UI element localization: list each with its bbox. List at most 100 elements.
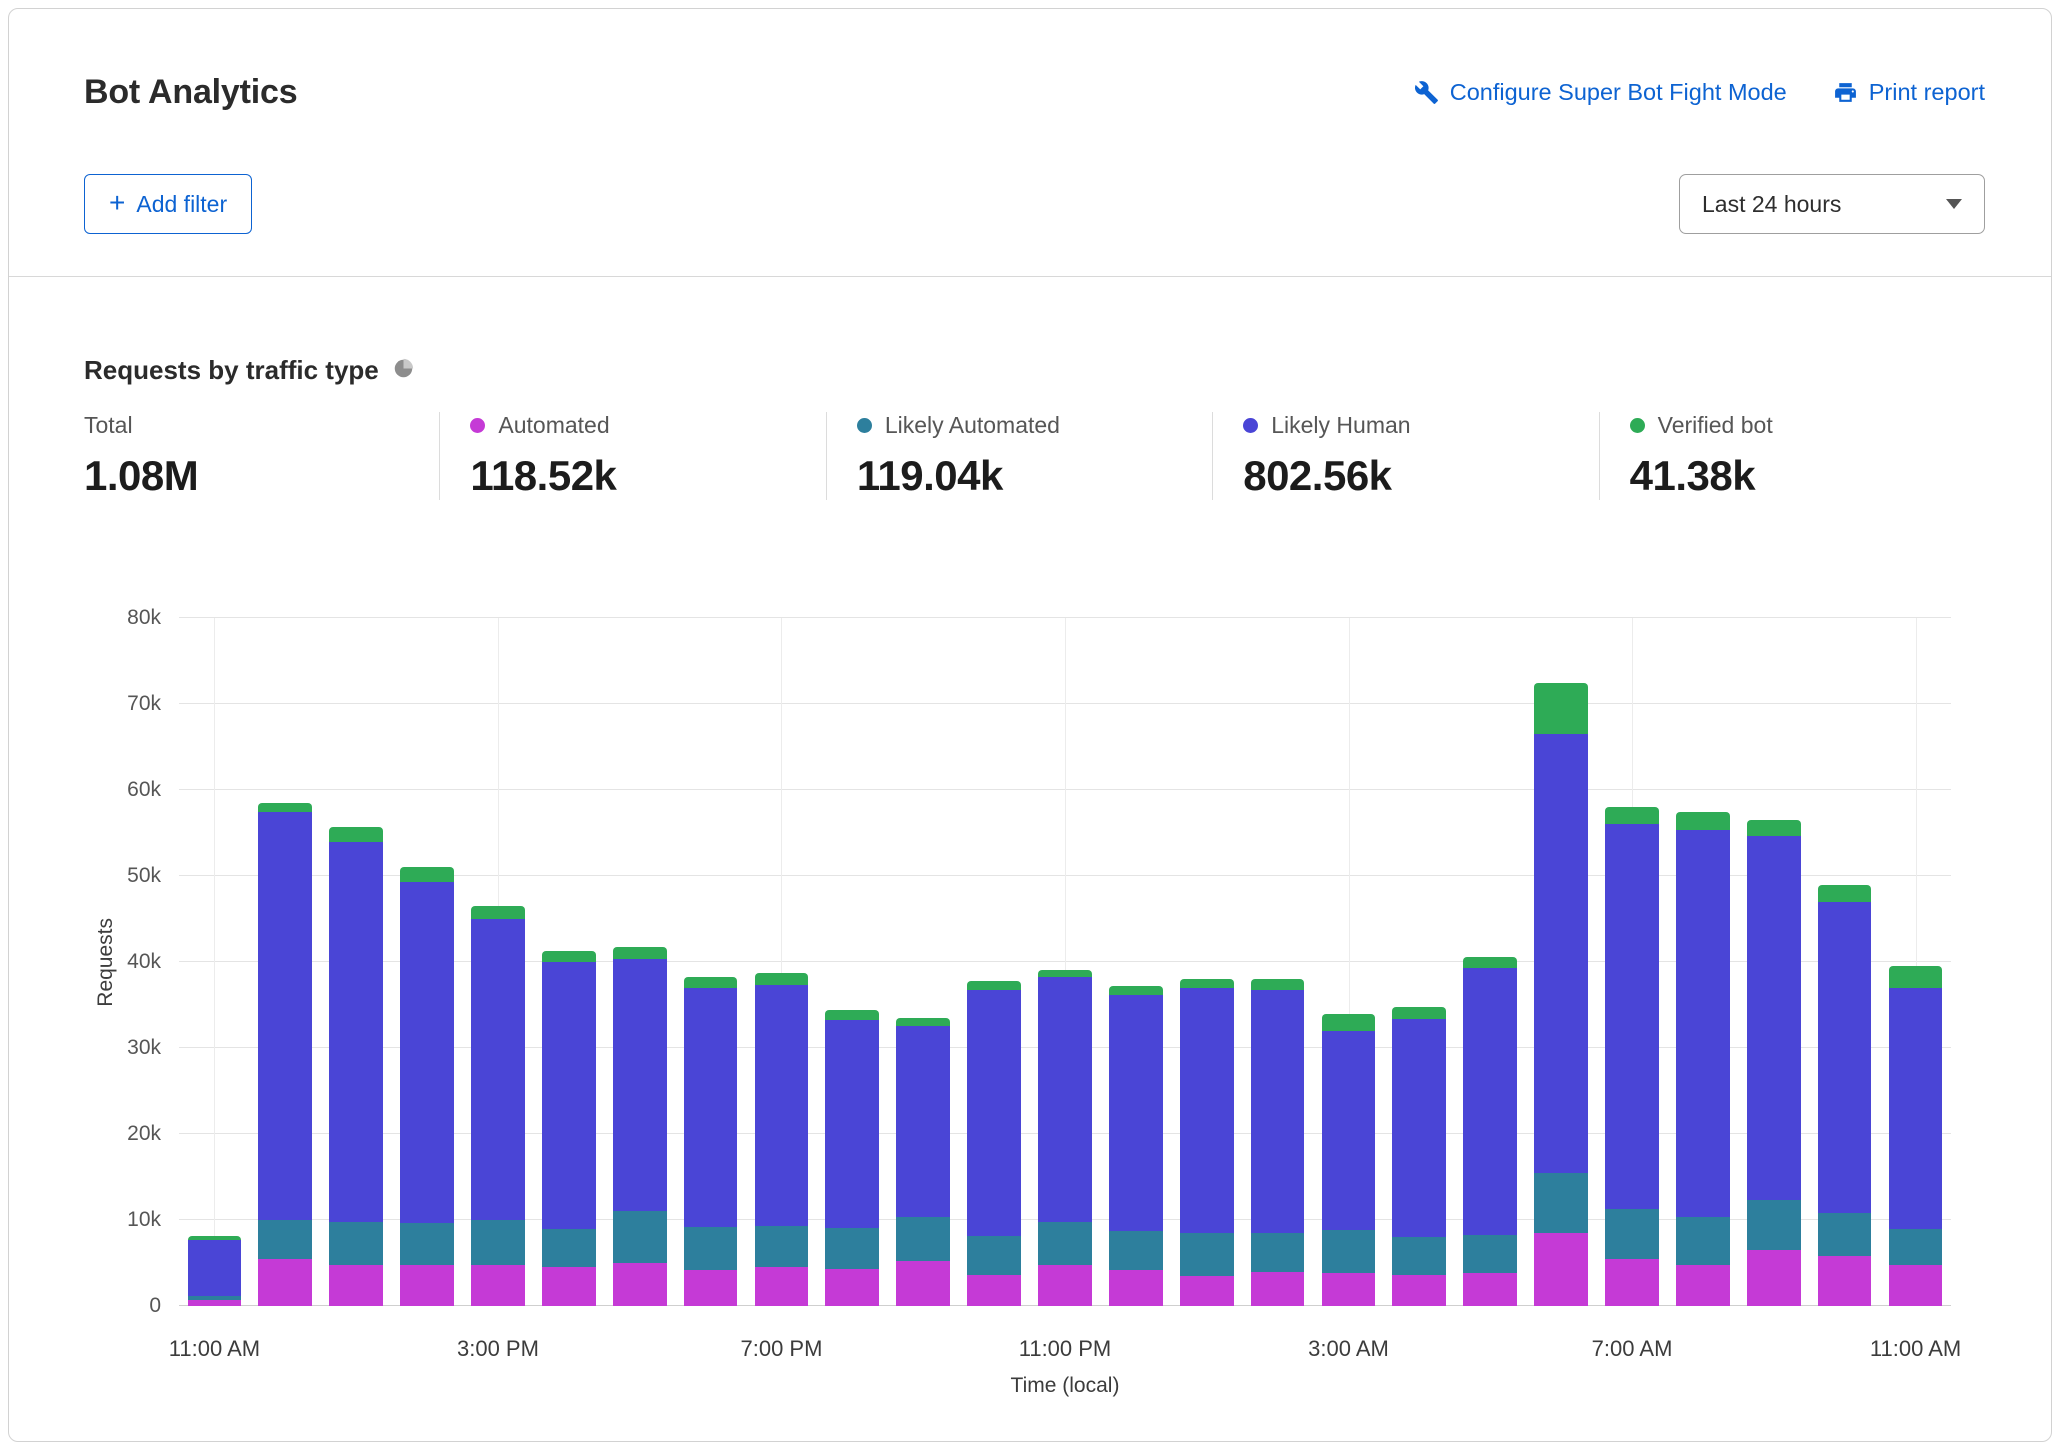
- bar-segment-likely-human: [684, 988, 738, 1227]
- bar-15[interactable]: [1242, 618, 1313, 1306]
- chart-plot: [179, 618, 1951, 1306]
- stat-total-value: 1.08M: [84, 452, 439, 500]
- bar-12[interactable]: [1030, 618, 1101, 1306]
- bar-segment-verified-bot: [1322, 1014, 1376, 1031]
- bar-6[interactable]: [604, 618, 675, 1306]
- bar-5[interactable]: [533, 618, 604, 1306]
- bar-segment-verified-bot: [329, 827, 383, 842]
- bar-segment-likely-automated: [1463, 1235, 1517, 1274]
- verified-bot-legend-dot: [1630, 418, 1645, 433]
- bar-22[interactable]: [1738, 618, 1809, 1306]
- bar-2[interactable]: [321, 618, 392, 1306]
- bar-segment-likely-human: [1251, 990, 1305, 1233]
- likely-human-legend-dot: [1243, 418, 1258, 433]
- stat-likely-human-value: 802.56k: [1243, 452, 1598, 500]
- bar-segment-verified-bot: [1889, 966, 1943, 988]
- stat-likely-automated-label: Likely Automated: [885, 412, 1060, 439]
- x-tick-label: 3:00 PM: [457, 1336, 539, 1362]
- bar-segment-automated: [1109, 1270, 1163, 1306]
- bars: [179, 618, 1951, 1306]
- x-axis-title: Time (local): [179, 1374, 1951, 1398]
- bar-segment-likely-human: [896, 1026, 950, 1217]
- section-title: Requests by traffic type: [84, 355, 379, 386]
- bar-segment-automated: [1605, 1259, 1659, 1306]
- y-tick-label: 30k: [127, 1036, 161, 1060]
- bar-segment-verified-bot: [825, 1010, 879, 1019]
- time-range-select[interactable]: Last 24 hours: [1679, 174, 1985, 234]
- bar-18[interactable]: [1455, 618, 1526, 1306]
- wrench-icon: [1414, 80, 1439, 105]
- bar-segment-verified-bot: [1463, 957, 1517, 968]
- bar-segment-automated: [1676, 1265, 1730, 1306]
- pie-chart-icon: [393, 358, 414, 384]
- bar-segment-verified-bot: [258, 803, 312, 812]
- stat-likely-human: Likely Human 802.56k: [1212, 412, 1598, 500]
- stat-likely-automated-value: 119.04k: [857, 452, 1212, 500]
- bar-20[interactable]: [1597, 618, 1668, 1306]
- stat-likely-human-label: Likely Human: [1271, 412, 1410, 439]
- bar-segment-likely-automated: [1676, 1217, 1730, 1264]
- x-tick-label: 11:00 AM: [1870, 1336, 1961, 1362]
- stat-automated-value: 118.52k: [470, 452, 825, 500]
- bar-segment-automated: [1463, 1273, 1517, 1306]
- print-report-link[interactable]: Print report: [1833, 79, 1985, 106]
- bar-4[interactable]: [463, 618, 534, 1306]
- bar-segment-likely-automated: [1322, 1230, 1376, 1273]
- bar-11[interactable]: [959, 618, 1030, 1306]
- stat-total: Total 1.08M: [84, 412, 439, 500]
- bar-segment-likely-human: [1322, 1031, 1376, 1231]
- bar-segment-likely-human: [1038, 977, 1092, 1222]
- bar-7[interactable]: [675, 618, 746, 1306]
- bar-segment-likely-automated: [825, 1228, 879, 1269]
- automated-legend-dot: [470, 418, 485, 433]
- configure-super-bot-fight-mode-link[interactable]: Configure Super Bot Fight Mode: [1414, 79, 1787, 106]
- y-tick-label: 70k: [127, 692, 161, 716]
- bar-segment-likely-human: [471, 919, 525, 1220]
- bar-9[interactable]: [817, 618, 888, 1306]
- x-tick-label: 11:00 AM: [169, 1336, 260, 1362]
- bar-3[interactable]: [392, 618, 463, 1306]
- bar-segment-automated: [1747, 1250, 1801, 1306]
- stat-likely-automated: Likely Automated 119.04k: [826, 412, 1212, 500]
- bar-segment-verified-bot: [400, 867, 454, 882]
- y-axis-labels: 010k20k30k40k50k60k70k80k: [9, 618, 161, 1306]
- requests-chart: Requests 010k20k30k40k50k60k70k80k 11:00…: [9, 618, 2051, 1398]
- bar-segment-verified-bot: [684, 977, 738, 988]
- bar-segment-automated: [825, 1269, 879, 1306]
- bar-segment-likely-human: [400, 882, 454, 1223]
- traffic-type-stats: Total 1.08M Automated 118.52k Likely Aut…: [84, 412, 1985, 500]
- bar-segment-automated: [400, 1265, 454, 1306]
- x-tick-label: 7:00 PM: [741, 1336, 823, 1362]
- bar-segment-automated: [896, 1261, 950, 1306]
- bar-segment-automated: [1251, 1272, 1305, 1306]
- bar-segment-automated: [1180, 1276, 1234, 1306]
- bar-14[interactable]: [1171, 618, 1242, 1306]
- bar-segment-automated: [329, 1265, 383, 1306]
- bar-segment-likely-automated: [258, 1220, 312, 1259]
- bar-1[interactable]: [250, 618, 321, 1306]
- bar-8[interactable]: [746, 618, 817, 1306]
- bar-13[interactable]: [1100, 618, 1171, 1306]
- bar-17[interactable]: [1384, 618, 1455, 1306]
- likely-automated-legend-dot: [857, 418, 872, 433]
- bar-segment-likely-human: [542, 962, 596, 1229]
- y-tick-label: 10k: [127, 1208, 161, 1232]
- bar-segment-automated: [1534, 1233, 1588, 1306]
- bar-segment-likely-human: [755, 985, 809, 1226]
- bar-23[interactable]: [1809, 618, 1880, 1306]
- bar-segment-automated: [755, 1267, 809, 1306]
- bar-segment-likely-automated: [1392, 1237, 1446, 1275]
- bar-24[interactable]: [1880, 618, 1951, 1306]
- y-tick-label: 50k: [127, 864, 161, 888]
- bar-19[interactable]: [1526, 618, 1597, 1306]
- bar-0[interactable]: [179, 618, 250, 1306]
- y-tick-label: 0: [149, 1294, 161, 1318]
- bar-segment-likely-human: [1676, 830, 1730, 1218]
- add-filter-button[interactable]: + Add filter: [84, 174, 252, 234]
- x-tick-label: 11:00 PM: [1019, 1336, 1112, 1362]
- bar-segment-likely-automated: [1180, 1233, 1234, 1276]
- y-tick-label: 40k: [127, 950, 161, 974]
- bar-10[interactable]: [888, 618, 959, 1306]
- bar-21[interactable]: [1667, 618, 1738, 1306]
- bar-16[interactable]: [1313, 618, 1384, 1306]
